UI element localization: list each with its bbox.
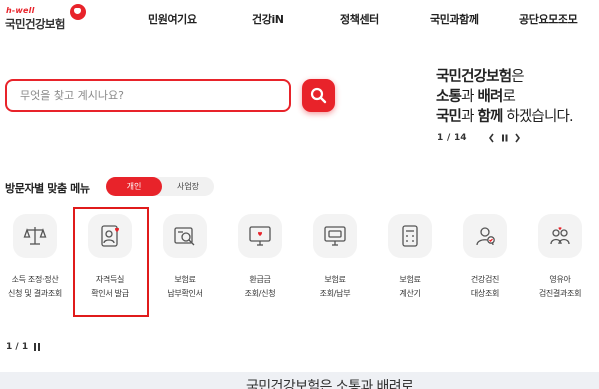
scale-icon [13, 214, 57, 258]
visitor-type-toggle: 개인 사업장 [106, 177, 214, 196]
slogan-line1-text: 은 [511, 69, 524, 85]
service-label-line1: 환급금 [249, 275, 271, 284]
slider-separator: / [447, 133, 451, 143]
service-label-line2: 납부확인서 [167, 289, 203, 298]
service-label-line1: 영유아 [549, 275, 571, 284]
slogan-line1-bold: 국민건강보험 [436, 69, 512, 85]
family-icon [538, 214, 582, 258]
service-label-line2: 조회/신청 [244, 289, 276, 298]
monitor-card-icon [313, 214, 357, 258]
calculator-icon [388, 214, 432, 258]
service-label-line1: 건강검진 [470, 275, 500, 284]
service-label: 소득 조정·정산 신청 및 결과조회 [0, 273, 77, 301]
nav-policy-center[interactable]: 정책센터 [340, 11, 379, 27]
search-icon [310, 87, 327, 104]
slogan: 국민건강보험은 소통과 배려로 국민과 함께 하겠습니다. [436, 67, 599, 127]
service-label: 환급금 조회/신청 [218, 273, 302, 301]
service-label-line2: 계산기 [399, 289, 421, 298]
pause-icon[interactable] [501, 133, 508, 146]
pause-icon[interactable] [33, 343, 41, 351]
custom-menu-title: 방문자별 맞춤 메뉴 [5, 182, 90, 195]
service-label-line2: 검진결과조회 [538, 289, 582, 298]
nav-about-corporation[interactable]: 공단요모조모 [519, 11, 578, 27]
service-label: 보험료 계산기 [368, 273, 452, 301]
service-label: 보험료 납부확인서 [143, 273, 227, 301]
heart-logo-icon [70, 4, 86, 20]
tab-business[interactable]: 사업장 [162, 177, 214, 196]
slogan-line2-text1: 과 [461, 89, 478, 105]
search-button[interactable] [302, 79, 335, 112]
slider-current: 1 [437, 133, 444, 143]
slogan-line2-bold2: 배려 [477, 89, 503, 105]
logo[interactable]: h-well 국민건강보험 [5, 4, 86, 36]
chevron-right-icon[interactable] [514, 133, 521, 146]
slogan-line3-text2: 하겠습니다. [502, 109, 573, 125]
service-label: 보험료 조회/납부 [293, 273, 377, 301]
monitor-heart-icon [238, 214, 282, 258]
nav-health-in[interactable]: 건강iN [252, 11, 284, 27]
slogan-line3-bold1: 국민 [436, 109, 462, 125]
nav-with-citizens[interactable]: 국민과함께 [430, 11, 479, 27]
highlight-box [73, 207, 149, 317]
service-label: 건강검진 대상조회 [443, 273, 527, 301]
service-label-line1: 보험료 [174, 275, 196, 284]
slogan-line2-bold1: 소통 [436, 89, 462, 105]
slider-total: 14 [454, 133, 467, 143]
logo-tagline: h-well [6, 6, 35, 15]
service-label-line2: 신청 및 결과조회 [8, 289, 62, 298]
service-label: 영유아 검진결과조회 [518, 273, 599, 301]
logo-name: 국민건강보험 [5, 17, 65, 31]
bottom-banner-text: 국민건강보험은 소통과 배려로 [246, 379, 414, 389]
person-check-icon [463, 214, 507, 258]
tab-individual[interactable]: 개인 [106, 177, 162, 196]
menu-pager: 1 / 1 [6, 342, 29, 352]
chevron-left-icon[interactable] [488, 133, 495, 146]
service-label-line2: 조회/납부 [319, 289, 351, 298]
service-label-line1: 보험료 [399, 275, 421, 284]
service-label-line1: 보험료 [324, 275, 346, 284]
slogan-line2-text2: 로 [502, 89, 516, 105]
nav-civil-service[interactable]: 민원여기요 [148, 11, 197, 27]
slogan-line3-bold2: 함께 [477, 109, 503, 125]
search-input[interactable] [7, 81, 289, 110]
service-label-line1: 소득 조정·정산 [11, 275, 59, 284]
service-label-line2: 대상조회 [470, 289, 500, 298]
bottom-banner: 국민건강보험은 소통과 배려로 [0, 372, 599, 389]
slogan-line3-text1: 과 [461, 109, 478, 125]
doc-search-icon [163, 214, 207, 258]
search-box [5, 79, 291, 112]
